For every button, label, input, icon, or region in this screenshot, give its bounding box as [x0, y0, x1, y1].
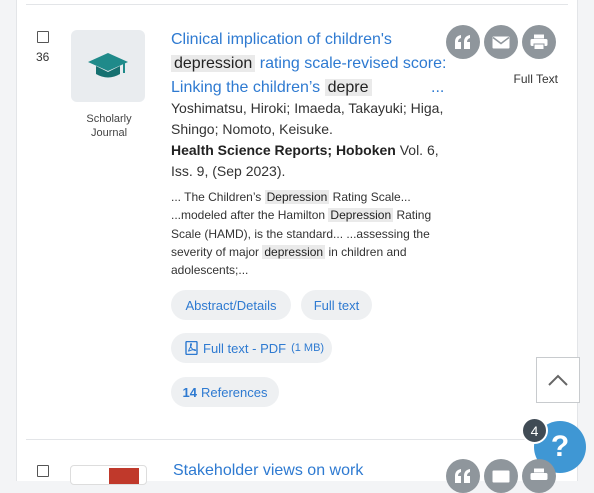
abstract-details-link[interactable]: Abstract/Details	[171, 290, 291, 320]
result-title-link[interactable]: Clinical implication of children's depre…	[171, 28, 447, 100]
print-icon	[530, 34, 548, 50]
full-text-availability: Full Text	[513, 72, 558, 86]
source-type-label: Scholarly Journal	[86, 113, 132, 139]
cite-icon	[455, 469, 470, 483]
top-divider	[26, 4, 568, 5]
result-divider	[26, 439, 568, 440]
snippet-highlight: depression	[262, 244, 326, 259]
result-title-link[interactable]: Stakeholder views on work	[173, 462, 363, 480]
email-button[interactable]	[484, 25, 518, 59]
pdf-label: Full text - PDF	[203, 340, 287, 356]
back-to-top-button[interactable]	[536, 357, 580, 403]
print-button[interactable]	[522, 459, 556, 493]
help-notification-badge: 4	[521, 417, 548, 444]
result-journal: Health Science Reports; Hoboken Vol. 6, …	[171, 140, 451, 182]
pdf-size: (1 MB)	[291, 342, 325, 354]
chevron-up-icon	[548, 374, 568, 386]
cite-icon	[455, 35, 470, 49]
result-select-checkbox[interactable]	[37, 465, 49, 477]
cover-red-block	[109, 468, 139, 484]
snippet-highlight: Depression	[328, 208, 394, 223]
cite-button[interactable]	[446, 459, 480, 493]
question-icon: ?	[550, 430, 570, 463]
email-icon	[492, 36, 510, 48]
email-button[interactable]	[484, 459, 518, 493]
result-snippet: ... The Children’s Depression Rating Sca…	[171, 188, 445, 279]
full-text-pdf-link[interactable]: Full text - PDF (1 MB)	[171, 333, 332, 363]
journal-name: Health Science Reports; Hoboken	[171, 142, 396, 158]
full-text-link[interactable]: Full text	[301, 290, 372, 320]
result-select-checkbox[interactable]	[37, 31, 49, 43]
source-type-thumbnail	[71, 30, 145, 102]
result-authors: Yoshimatsu, Hiroki; Imaeda, Takayuki; Hi…	[171, 100, 444, 137]
title-highlight: depression	[171, 55, 256, 72]
pdf-icon	[185, 341, 198, 355]
cite-button[interactable]	[446, 25, 480, 59]
print-icon	[530, 468, 548, 480]
snippet-text: ... The Children’s	[171, 190, 262, 204]
mortarboard-icon	[88, 53, 128, 78]
title-ellipsis: ...	[431, 79, 445, 96]
print-button[interactable]	[522, 25, 556, 59]
references-count: 14	[182, 384, 197, 400]
cover-thumbnail	[70, 465, 147, 485]
title-highlight: depre	[324, 79, 372, 96]
references-label: References	[200, 384, 268, 400]
title-text: Clinical implication of children's	[171, 31, 392, 48]
result-number: 36	[36, 50, 50, 64]
snippet-highlight: Depression	[264, 190, 330, 204]
references-link[interactable]: 14 References	[171, 377, 279, 407]
